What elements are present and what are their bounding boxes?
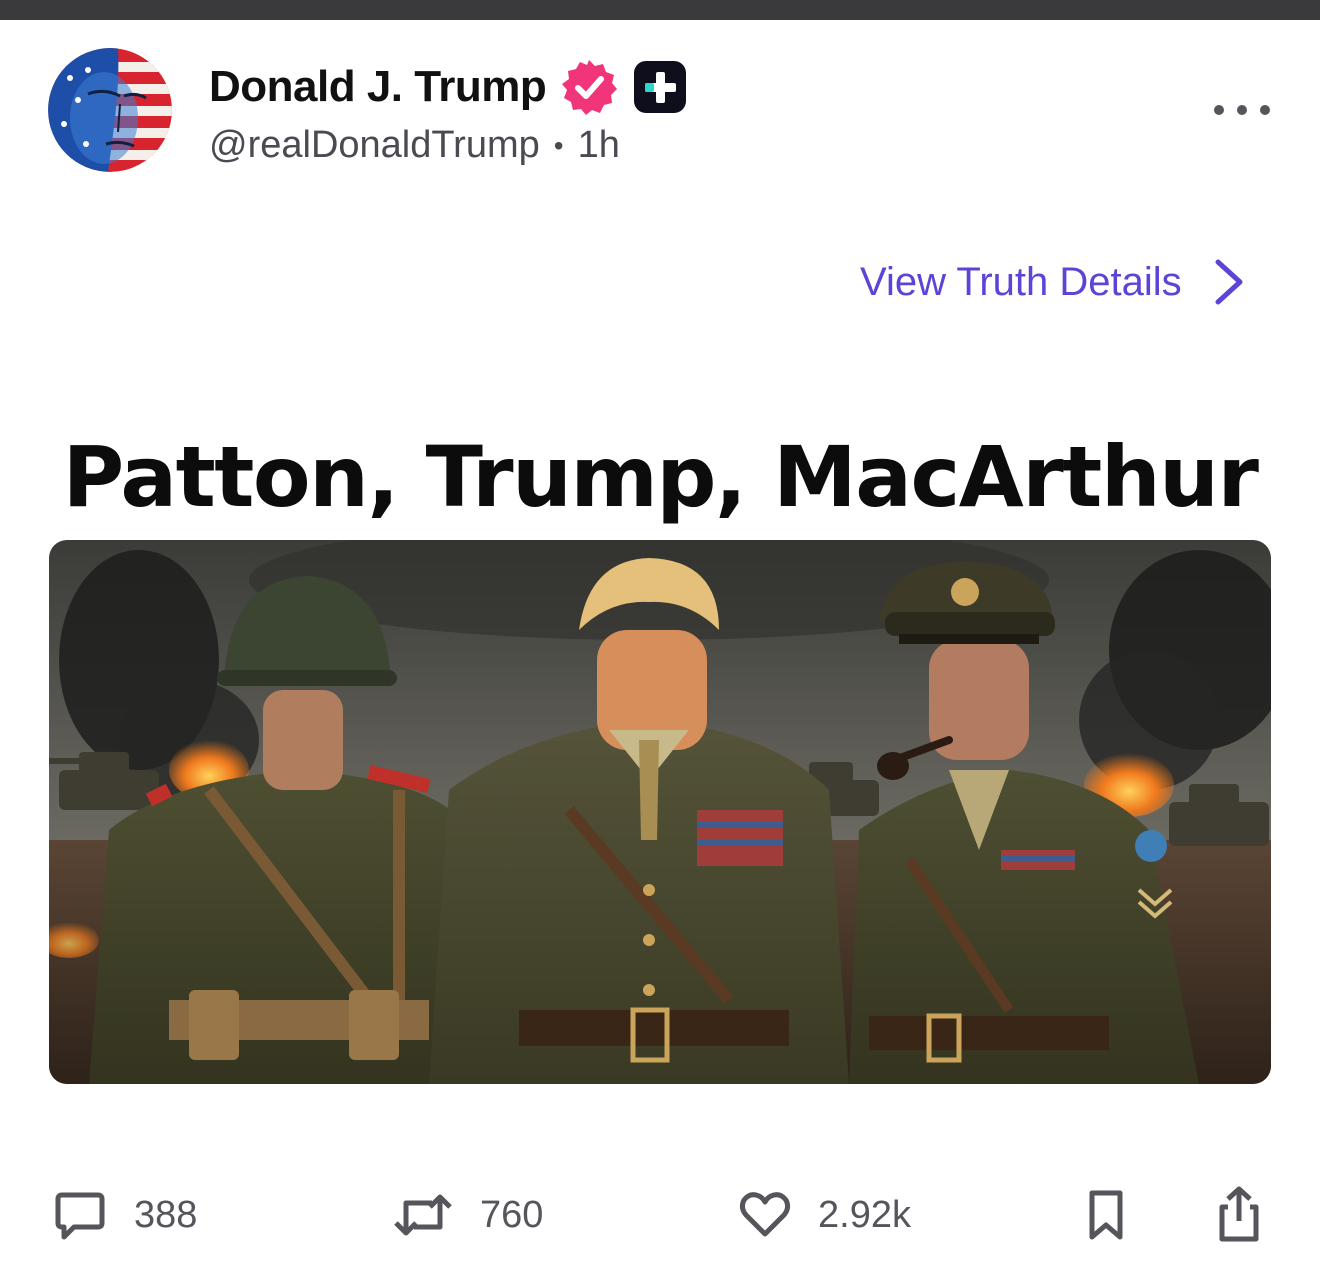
author-name-row: Donald J. Trump [209,58,688,116]
bookmark-icon [1084,1187,1128,1243]
view-truth-details-label: View Truth Details [860,259,1182,304]
like-count: 2.92k [818,1193,911,1236]
more-dot [1260,105,1270,115]
display-name[interactable]: Donald J. Trump [209,62,547,112]
handle[interactable]: @realDonaldTrump [209,124,540,167]
view-truth-details-link[interactable]: View Truth Details [860,256,1246,308]
reply-count: 388 [134,1193,198,1236]
timestamp: 1h [577,124,620,166]
share-button[interactable] [1214,1180,1264,1250]
reply-button[interactable]: 388 [52,1180,197,1250]
bookmark-button[interactable] [1084,1180,1128,1250]
post-headline: Patton, Trump, MacArthur [62,428,1259,526]
retruth-count: 760 [480,1193,544,1236]
retruth-icon [392,1187,454,1243]
meta-separator: • [553,129,564,161]
more-dot [1237,105,1247,115]
avatar[interactable] [48,48,172,172]
retruth-button[interactable]: 760 [392,1180,543,1250]
more-options-icon[interactable] [1214,100,1270,120]
post-card: Donald J. Trump @realDonaldTrump • 1h Vi… [0,20,1320,1278]
status-bar [0,0,1320,20]
like-button[interactable]: 2.92k [738,1180,911,1250]
more-dot [1214,105,1224,115]
chevron-right-icon [1212,258,1246,306]
author-meta: @realDonaldTrump • 1h [209,124,620,167]
post-actions: 388 760 2.92k [0,1180,1320,1250]
post-image[interactable] [49,540,1271,1084]
truth-plus-icon [632,59,688,115]
reply-icon [52,1187,108,1243]
share-icon [1214,1185,1264,1245]
heart-icon [738,1188,792,1242]
verified-badge-icon [560,58,618,116]
